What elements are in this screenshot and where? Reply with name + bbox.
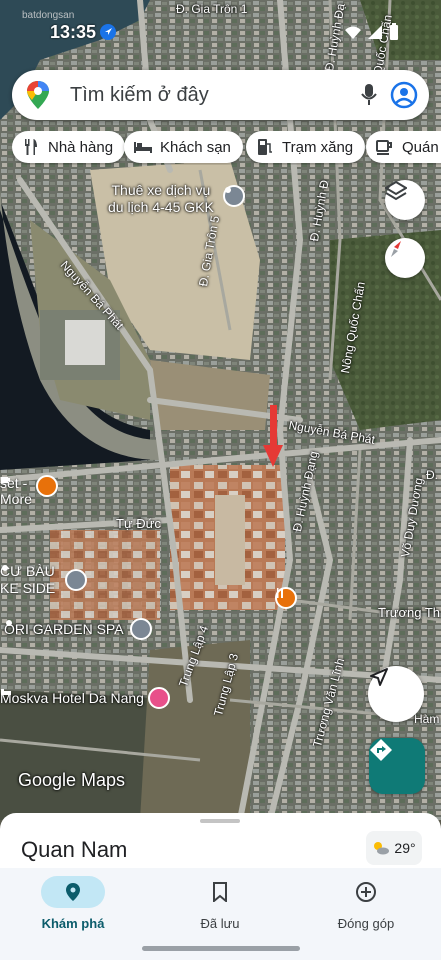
- restaurant-marker[interactable]: [275, 587, 297, 609]
- account-icon[interactable]: [390, 81, 418, 109]
- layers-button[interactable]: [385, 180, 425, 220]
- gesture-bar[interactable]: [142, 946, 300, 951]
- partly-cloudy-icon: [374, 842, 390, 855]
- signal-icon: [368, 25, 382, 39]
- status-time: 13:35: [50, 22, 97, 42]
- pin-icon: [223, 185, 245, 207]
- street-label-tu-duc: Tự Đức: [116, 516, 161, 531]
- poi-cu-bau[interactable]: CƯ BÀU KE SIDE: [0, 563, 88, 597]
- status-bar: batdongsan 13:35: [0, 10, 441, 48]
- poi-label-thue-xe-line1: Thuê xe dịch vụ: [111, 182, 211, 198]
- directions-icon: [370, 739, 392, 761]
- restaurant-icon: [275, 587, 297, 609]
- drag-handle[interactable]: [200, 819, 240, 823]
- cafe-icon: [374, 136, 396, 158]
- street-label-gia-tron-1: Đ. Gia Trôn 1: [176, 2, 248, 16]
- chip-label: Quán c: [402, 138, 441, 156]
- poi-label-thue-xe[interactable]: Thuê xe dịch vụ du lịch 4-45 GKK: [108, 182, 214, 216]
- poi-ori-garden-spa[interactable]: ORI GARDEN SPA: [4, 618, 152, 640]
- battery-icon: [390, 23, 398, 40]
- poi-moskva-hotel-label: Moskva Hotel Da Nang: [0, 690, 144, 706]
- street-label-ham: Hàm: [414, 712, 440, 726]
- nav-saved-label: Đã lưu: [200, 916, 240, 931]
- nav-contribute[interactable]: Đóng góp: [311, 876, 421, 931]
- chip-hotels[interactable]: Khách sạn: [124, 131, 243, 163]
- nav-contribute-label: Đóng góp: [337, 916, 395, 931]
- chip-cafes[interactable]: Quán c: [366, 131, 441, 163]
- satellite-map[interactable]: Đ. Gia Trôn 1 Đ. Gia Trôn 5 Đ. Huỳnh Đạ …: [0, 0, 441, 820]
- compass-button[interactable]: [385, 238, 425, 278]
- poi-label-thue-xe-line2: du lịch 4-45 GKK: [108, 199, 214, 215]
- nav-explore-label: Khám phá: [41, 916, 105, 931]
- red-arrow-marker: [263, 405, 283, 467]
- chip-gas-stations[interactable]: Trạm xăng: [246, 131, 366, 163]
- area-name: Quan Nam: [21, 837, 128, 862]
- poi-moskva-hotel[interactable]: Moskva Hotel Da Nang: [0, 687, 170, 709]
- layers-icon: [385, 180, 407, 201]
- wifi-icon: [345, 26, 361, 39]
- add-circle-icon: [311, 876, 421, 908]
- location-arrow-icon: [100, 24, 116, 40]
- search-bar[interactable]: Tìm kiếm ở đây: [12, 70, 429, 120]
- poi-sunset-line2: More: [0, 491, 32, 507]
- pin-icon: [2, 565, 88, 591]
- category-chips: Nhà hàng Khách sạn Trạm xăng Quán c: [12, 131, 441, 165]
- gas-station-icon: [254, 136, 276, 158]
- street-label-truong-thi: Trương Th: [378, 605, 441, 620]
- explore-icon: [41, 876, 105, 908]
- poi-sunset[interactable]: set - More: [0, 475, 58, 507]
- cafe-icon: [1, 475, 58, 497]
- watermark: batdongsan: [22, 10, 75, 21]
- nav-explore[interactable]: Khám phá: [18, 876, 128, 931]
- my-location-button[interactable]: [368, 666, 424, 722]
- nav-saved[interactable]: Đã lưu: [165, 876, 275, 931]
- navigation-arrow-icon: [370, 668, 388, 686]
- hotel-icon: [1, 687, 170, 709]
- chip-label: Trạm xăng: [282, 138, 354, 156]
- chip-restaurants[interactable]: Nhà hàng: [12, 131, 126, 163]
- compass-icon: [391, 241, 401, 257]
- google-maps-logo: Google Maps: [18, 770, 126, 790]
- chip-label: Nhà hàng: [48, 138, 114, 156]
- hotel-icon: [132, 136, 154, 158]
- weather-chip[interactable]: 29°: [366, 831, 422, 865]
- poi-thue-xe-marker[interactable]: [223, 185, 245, 207]
- microphone-icon[interactable]: [360, 83, 378, 107]
- street-label-d: Đ.: [426, 468, 438, 482]
- search-input[interactable]: Tìm kiếm ở đây: [70, 84, 209, 107]
- poi-cu-bau-line2: KE SIDE: [0, 580, 56, 596]
- restaurant-icon: [20, 136, 42, 158]
- bookmark-icon: [165, 876, 275, 908]
- poi-ori-garden-spa-label: ORI GARDEN SPA: [4, 621, 124, 637]
- chip-label: Khách sạn: [160, 138, 231, 156]
- directions-button[interactable]: [369, 738, 425, 794]
- temperature: 29°: [394, 840, 416, 856]
- google-maps-pin-icon: [27, 81, 49, 109]
- pin-icon: [6, 618, 152, 640]
